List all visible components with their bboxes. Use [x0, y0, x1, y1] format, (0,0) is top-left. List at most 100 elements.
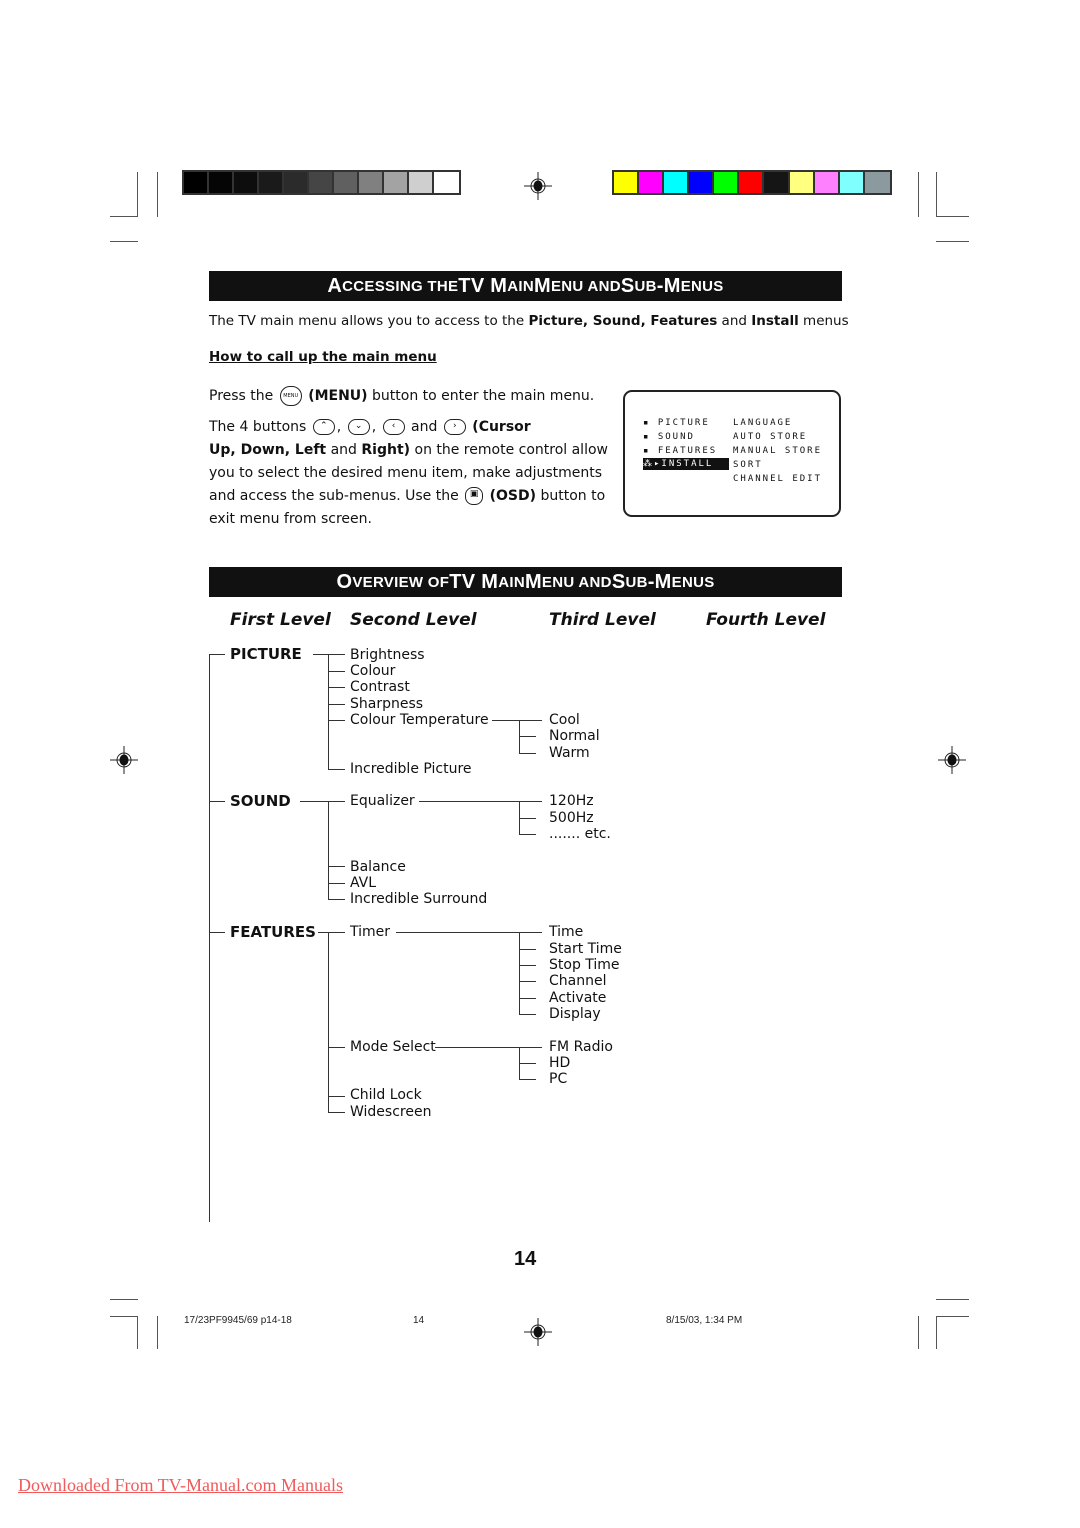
tree-tick-line — [519, 949, 536, 950]
menu-bold: (MENU) — [308, 388, 368, 404]
cursor-up-icon: ⌃ — [312, 419, 335, 435]
tree-second-widescreen: Widescreen — [350, 1104, 432, 1120]
crop-mark — [936, 172, 937, 217]
color-swatch — [814, 172, 840, 193]
download-source-link[interactable]: Downloaded From TV-Manual.com Manuals — [18, 1475, 343, 1496]
level-heading-second: Second Level — [350, 610, 477, 630]
tree-line — [328, 801, 329, 900]
color-swatch — [714, 172, 740, 193]
crop-mark — [110, 1316, 138, 1317]
crop-mark — [137, 172, 138, 217]
color-swatch — [689, 172, 715, 193]
tree-trunk-line — [209, 654, 210, 1222]
registration-mark-icon — [524, 1318, 552, 1346]
crop-mark — [918, 172, 919, 217]
banner-title-text: M — [534, 274, 551, 297]
instruction-text: button to enter the main menu. — [367, 388, 595, 404]
tree-third-500hz: 500Hz — [549, 810, 594, 826]
registration-mark-icon — [524, 172, 552, 200]
grayscale-calibration-bar — [182, 170, 461, 195]
page-number: 14 — [514, 1248, 537, 1270]
tree-second-child-lock: Child Lock — [350, 1087, 422, 1103]
crop-mark — [110, 216, 138, 217]
color-swatch — [334, 172, 359, 193]
osd-item-picture: ▪ PICTURE — [643, 418, 710, 428]
color-calibration-bar — [612, 170, 892, 195]
tree-line — [396, 932, 542, 933]
cursor-right-icon: › — [443, 419, 466, 435]
tree-tick-line — [519, 965, 536, 966]
cursor-bold: (Cursor — [472, 419, 531, 435]
banner-title-text: TV M — [449, 570, 499, 593]
color-swatch — [639, 172, 665, 193]
tree-second-colour: Colour — [350, 663, 396, 679]
tree-third-normal: Normal — [549, 728, 600, 744]
banner-title-text: ENU AND — [550, 277, 621, 295]
tree-tick-line — [328, 720, 345, 721]
tree-second-balance: Balance — [350, 859, 406, 875]
tree-tick-line — [328, 899, 345, 900]
crop-mark — [110, 1299, 138, 1300]
intro-text: and — [717, 313, 752, 329]
tree-third-etc: ....... etc. — [549, 826, 611, 842]
tree-tick-line — [519, 1079, 536, 1080]
tree-tick-line — [519, 818, 536, 819]
section-title-overview: O VERVIEW OF TV M AIN M ENU AND S UB -M ENUS — [209, 567, 842, 597]
tree-tick-line — [519, 736, 536, 737]
color-swatch — [359, 172, 384, 193]
color-swatch — [184, 172, 209, 193]
crop-mark — [936, 241, 969, 242]
crop-mark — [110, 241, 138, 242]
crop-mark — [936, 1316, 937, 1349]
tree-tick-line — [328, 769, 345, 770]
tree-first-sound: SOUND — [230, 792, 291, 810]
tree-line — [435, 1047, 542, 1048]
tree-second-contrast: Contrast — [350, 679, 410, 695]
tree-tick-line — [328, 883, 345, 884]
tree-third-hd: HD — [549, 1055, 571, 1071]
tree-tick-line — [519, 834, 536, 835]
tree-tick-line — [519, 753, 536, 754]
intro-menus-bold: Picture, Sound, Features — [528, 313, 718, 329]
crop-mark — [157, 1316, 158, 1349]
osd-item-install-selected: ⁂▸INSTALL — [643, 458, 729, 470]
banner-title-text: VERVIEW OF — [352, 573, 450, 591]
crop-mark — [918, 1316, 919, 1349]
color-swatch — [764, 172, 790, 193]
cursor-down-icon: ⌄ — [347, 419, 370, 435]
tree-third-stop-time: Stop Time — [549, 957, 620, 973]
osd-sub-manual-store: MANUAL STORE — [733, 446, 823, 456]
tree-branch-line — [209, 654, 225, 655]
intro-install-bold: Install — [751, 313, 799, 329]
tree-second-avl: AVL — [350, 875, 377, 891]
tree-tick-line — [328, 671, 345, 672]
color-swatch — [259, 172, 284, 193]
tree-tick-line — [519, 1014, 536, 1015]
menu-button-icon: MENU — [279, 386, 302, 406]
press-menu-instruction: Press the MENU (MENU) button to enter th… — [209, 384, 594, 408]
crop-mark — [137, 1316, 138, 1349]
banner-title-text: -M — [656, 274, 681, 297]
tree-third-activate: Activate — [549, 990, 607, 1006]
color-swatch — [739, 172, 765, 193]
banner-title-text: S — [620, 274, 635, 297]
tree-tick-line — [519, 1063, 536, 1064]
tree-third-pc: PC — [549, 1071, 568, 1087]
instruction-text: exit menu from screen. — [209, 511, 372, 527]
banner-title-text: A — [327, 274, 343, 297]
tree-third-display: Display — [549, 1006, 601, 1022]
intro-text: menus — [798, 313, 849, 329]
instruction-text: you to select the desired menu item, mak… — [209, 465, 603, 481]
color-swatch — [284, 172, 309, 193]
subheading-call-main-menu: How to call up the main menu — [209, 349, 437, 365]
banner-title-text: CCESSING THE — [342, 277, 459, 295]
banner-title-text: UB — [634, 277, 657, 295]
crop-mark — [936, 1299, 969, 1300]
osd-item-sound: ▪ SOUND — [643, 432, 695, 442]
footer-page: 14 — [413, 1315, 425, 1326]
color-swatch — [864, 172, 890, 193]
tree-branch-line — [209, 801, 225, 802]
banner-title-text: M — [524, 570, 542, 593]
color-swatch — [664, 172, 690, 193]
tree-line — [318, 932, 345, 933]
